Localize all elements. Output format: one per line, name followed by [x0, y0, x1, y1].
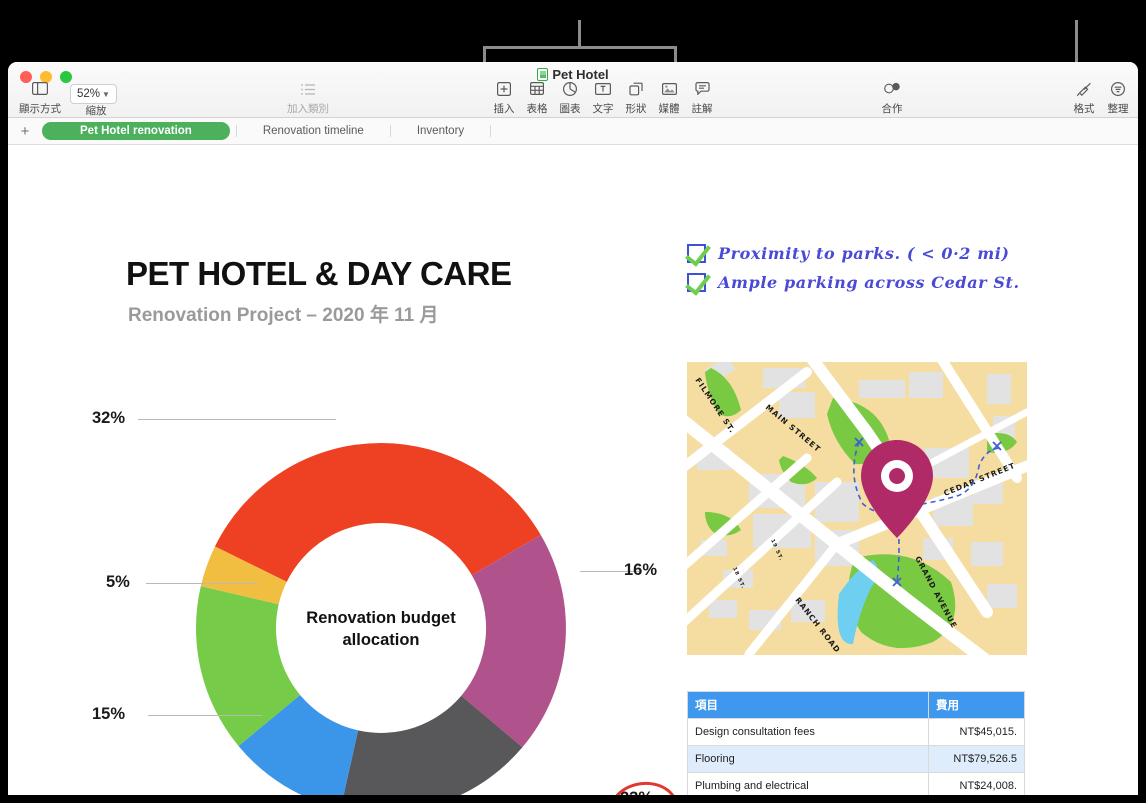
- checklist-item-2[interactable]: Ample parking across Cedar St.: [687, 273, 1020, 292]
- location-map[interactable]: FILMORE ST. MAIN STREET CEDAR STREET RAN…: [687, 362, 1027, 655]
- donut-center-line2: allocation: [342, 631, 419, 649]
- zoom-select[interactable]: 52% ▼: [70, 84, 117, 104]
- chevron-down-icon: ▼: [102, 90, 110, 99]
- pct-label-plumbing: 5%: [106, 573, 130, 591]
- tab-divider: [235, 125, 237, 137]
- callout-bracket-stem: [578, 20, 581, 47]
- sidebar-view-icon: [12, 82, 68, 100]
- sheet-tab-renovation-timeline[interactable]: Renovation timeline: [243, 122, 384, 140]
- callout-bracket-left-leg: [483, 46, 486, 62]
- comment-button[interactable]: 註解: [674, 82, 730, 116]
- numbers-window: Pet Hotel 顯示方式 52% ▼ 縮放 加入類別 插入 表格 圖表 文字…: [8, 62, 1138, 795]
- leader-line-plumbing: [146, 583, 258, 584]
- sheet-tab-bar: + Pet Hotel renovation Renovation timeli…: [8, 118, 1138, 145]
- collaborate-label: 合作: [881, 103, 903, 115]
- collaborate-icon: [864, 82, 920, 100]
- sheet-tab-pet-hotel-renovation[interactable]: Pet Hotel renovation: [42, 122, 230, 140]
- numbers-document-icon: [537, 68, 549, 81]
- comment-label: 註解: [691, 103, 713, 115]
- table-cell-cost[interactable]: NT$45,015.: [928, 718, 1025, 746]
- table-row[interactable]: Flooring NT$79,526.5: [687, 745, 1025, 773]
- pct-label-fixtures: 16%: [624, 561, 658, 579]
- add-category-button[interactable]: 加入類別: [278, 82, 338, 116]
- zoom-label-wrap: 縮放: [68, 102, 124, 118]
- table-header-cost[interactable]: 費用: [928, 691, 1025, 719]
- checklist-label-1: Proximity to parks. ( < 0·2 mi): [718, 244, 1010, 263]
- donut-svg: Renovation budget allocation: [195, 443, 566, 795]
- view-button[interactable]: 顯示方式: [12, 82, 68, 116]
- organize-label: 整理: [1107, 103, 1129, 115]
- leader-line-flooring: [148, 715, 262, 716]
- table-header-row: 項目 費用: [687, 691, 1025, 719]
- table-row[interactable]: Plumbing and electrical NT$24,008.: [687, 772, 1025, 795]
- table-row[interactable]: Design consultation fees NT$45,015.: [687, 718, 1025, 746]
- screenshot-root: Pet Hotel 顯示方式 52% ▼ 縮放 加入類別 插入 表格 圖表 文字…: [0, 0, 1146, 803]
- tab-divider: [389, 125, 391, 137]
- list-icon: [278, 82, 338, 100]
- page-subtitle: Renovation Project – 2020 年 11 月: [128, 305, 439, 326]
- table-cell-item[interactable]: Design consultation fees: [687, 718, 929, 746]
- table-cell-item[interactable]: Plumbing and electrical: [687, 772, 929, 795]
- sheet-tab-inventory[interactable]: Inventory: [397, 122, 484, 140]
- checkbox-checked-icon[interactable]: [687, 273, 706, 292]
- organize-icon: [1090, 81, 1138, 100]
- collaborate-button[interactable]: 合作: [864, 82, 920, 116]
- table-cell-cost[interactable]: NT$79,526.5: [928, 745, 1025, 773]
- table-cell-cost[interactable]: NT$24,008.: [928, 772, 1025, 795]
- checkbox-checked-icon[interactable]: [687, 244, 706, 263]
- table-cell-item[interactable]: Flooring: [687, 745, 929, 773]
- callout-bracket-right-leg: [674, 46, 677, 62]
- pct-label-cabinetry: 32%: [92, 409, 126, 427]
- add-sheet-button[interactable]: +: [8, 123, 42, 140]
- document-title-area: Pet Hotel: [8, 67, 1138, 82]
- view-label: 顯示方式: [19, 103, 61, 115]
- checklist-label-2: Ample parking across Cedar St.: [718, 273, 1020, 292]
- budget-donut-chart[interactable]: Renovation budget allocation 32% 5% 15% …: [68, 393, 688, 795]
- zoom-label: 縮放: [85, 105, 107, 117]
- budget-table[interactable]: 項目 費用 Design consultation fees NT$45,015…: [687, 691, 1025, 795]
- organize-button[interactable]: 整理: [1090, 81, 1138, 116]
- map-svg: FILMORE ST. MAIN STREET CEDAR STREET RAN…: [687, 362, 1027, 655]
- toolbar: Pet Hotel 顯示方式 52% ▼ 縮放 加入類別 插入 表格 圖表 文字…: [8, 62, 1138, 118]
- table-body: Design consultation fees NT$45,015. Floo…: [687, 718, 1025, 795]
- donut-center-line1: Renovation budget: [306, 609, 456, 627]
- table-header-item[interactable]: 項目: [687, 691, 929, 719]
- checklist-item-1[interactable]: Proximity to parks. ( < 0·2 mi): [687, 244, 1010, 263]
- comment-icon: [674, 82, 730, 100]
- document-title: Pet Hotel: [552, 67, 609, 82]
- leader-line-cabinetry: [138, 419, 336, 420]
- page-title: PET HOTEL & DAY CARE: [126, 255, 512, 292]
- zoom-value: 52%: [77, 88, 101, 100]
- table-header: 項目 費用: [687, 691, 1025, 719]
- add-category-label: 加入類別: [287, 103, 329, 115]
- pct-label-flooring: 15%: [92, 705, 126, 723]
- sheet-canvas: PET HOTEL & DAY CARE Renovation Project …: [8, 145, 1138, 795]
- tab-divider: [490, 125, 492, 137]
